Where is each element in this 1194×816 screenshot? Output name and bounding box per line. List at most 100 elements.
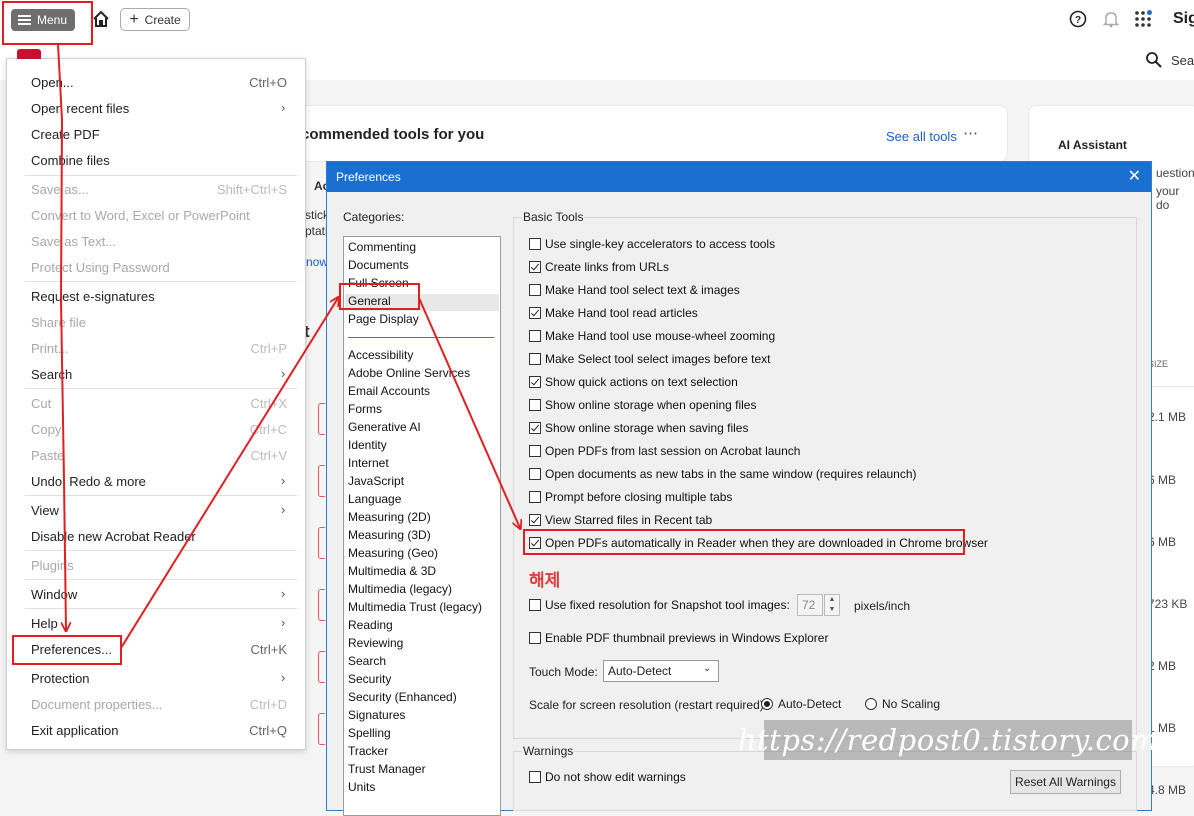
basic-tools-option[interactable]: Make Select tool select images before te… [529,352,770,366]
sign-in-label[interactable]: Sig [1173,10,1194,28]
menu-item-search[interactable]: Search [31,367,72,382]
menu-item-create-pdf[interactable]: Create PDF [31,127,100,142]
option-checkbox[interactable] [529,399,541,411]
no-edit-warnings-option[interactable]: Do not show edit warnings [529,770,686,784]
option-checkbox[interactable] [529,330,541,342]
category-item[interactable]: Measuring (2D) [348,510,431,524]
category-item[interactable]: JavaScript [348,474,404,488]
basic-tools-option[interactable]: Use single-key accelerators to access to… [529,237,775,251]
menu-item-protect-password[interactable]: Protect Using Password [31,260,170,275]
category-item[interactable]: Signatures [348,708,405,722]
basic-tools-option[interactable]: Open PDFs from last session on Acrobat l… [529,444,800,458]
menu-item-undo-redo[interactable]: Undo, Redo & more [31,474,146,489]
option-checkbox[interactable] [529,284,541,296]
scale-auto-detect-option[interactable]: Auto-Detect [761,697,841,711]
category-item[interactable]: Search [348,654,386,668]
scale-no-scaling-radio[interactable] [865,698,877,710]
menu-item-paste[interactable]: Paste Ctrl+V [31,448,287,463]
menu-item-copy[interactable]: Copy Ctrl+C [31,422,287,437]
menu-item-disable-new-reader[interactable]: Disable new Acrobat Reader [31,529,196,544]
category-item[interactable]: Security [348,672,391,686]
menu-item-preferences[interactable]: Preferences... Ctrl+K [31,642,287,657]
menu-item-protection[interactable]: Protection [31,671,90,686]
option-checkbox[interactable] [529,376,541,388]
category-item[interactable]: Tracker [348,744,388,758]
snapshot-resolution-option[interactable]: Use fixed resolution for Snapshot tool i… [529,598,790,612]
apps-grid-icon[interactable] [1134,10,1152,28]
category-item[interactable]: Security (Enhanced) [348,690,457,704]
option-checkbox[interactable] [529,491,541,503]
menu-item-document-properties[interactable]: Document properties... Ctrl+D [31,697,287,712]
more-options-icon[interactable]: ⋯ [963,124,978,142]
thumbnail-previews-option[interactable]: Enable PDF thumbnail previews in Windows… [529,631,828,645]
menu-item-help[interactable]: Help [31,616,58,631]
category-item[interactable]: Full Screen [348,276,409,290]
bell-icon[interactable] [1102,10,1120,28]
basic-tools-option[interactable]: Prompt before closing multiple tabs [529,490,732,504]
option-checkbox[interactable] [529,468,541,480]
menu-item-print[interactable]: Print... Ctrl+P [31,341,287,356]
option-checkbox[interactable] [529,422,541,434]
category-item[interactable]: Identity [348,438,387,452]
category-item[interactable]: Generative AI [348,420,421,434]
reset-all-warnings-button[interactable]: Reset All Warnings [1010,770,1121,794]
category-item[interactable]: Email Accounts [348,384,430,398]
basic-tools-option[interactable]: Open documents as new tabs in the same w… [529,467,917,481]
menu-item-view[interactable]: View [31,503,59,518]
category-item[interactable]: Measuring (3D) [348,528,431,542]
menu-item-window[interactable]: Window [31,587,77,602]
snapshot-resolution-stepper[interactable]: ▲ ▼ [824,594,840,616]
category-item[interactable]: Documents [348,258,409,272]
menu-item-request-esignatures[interactable]: Request e-signatures [31,289,155,304]
search-label[interactable]: Sear [1171,53,1194,68]
option-checkbox[interactable] [529,353,541,365]
category-item[interactable]: Measuring (Geo) [348,546,438,560]
category-item-general[interactable]: General [348,294,391,308]
thumbnail-previews-checkbox[interactable] [529,632,541,644]
basic-tools-option[interactable]: Make Hand tool use mouse-wheel zooming [529,329,775,343]
menu-item-plugins[interactable]: Plugins [31,558,74,573]
category-item[interactable]: Spelling [348,726,391,740]
menu-item-combine-files[interactable]: Combine files [31,153,110,168]
close-icon[interactable]: ✕ [1128,166,1141,186]
scale-no-scaling-option[interactable]: No Scaling [865,697,940,711]
basic-tools-option[interactable]: Show online storage when saving files [529,421,748,435]
touch-mode-select[interactable]: Auto-Detect [603,660,719,682]
category-item[interactable]: Reading [348,618,393,632]
basic-tools-option[interactable]: Make Hand tool select text & images [529,283,740,297]
basic-tools-option[interactable]: Show online storage when opening files [529,398,756,412]
create-button[interactable]: + Create [120,8,190,31]
home-icon[interactable] [92,10,110,28]
snapshot-resolution-checkbox[interactable] [529,599,541,611]
basic-tools-option[interactable]: Create links from URLs [529,260,669,274]
menu-button[interactable]: Menu [11,9,75,31]
menu-item-open[interactable]: Open... Ctrl+O [31,75,287,90]
option-checkbox[interactable] [529,445,541,457]
basic-tools-option[interactable]: View Starred files in Recent tab [529,513,712,527]
menu-item-open-recent[interactable]: Open recent files [31,101,129,116]
option-checkbox[interactable] [529,537,541,549]
categories-list[interactable]: Commenting Documents Full Screen General… [343,236,501,816]
category-item[interactable]: Reviewing [348,636,403,650]
help-icon[interactable]: ? [1069,10,1087,28]
category-item[interactable]: Multimedia & 3D [348,564,436,578]
basic-tools-option[interactable]: Show quick actions on text selection [529,375,738,389]
menu-item-convert[interactable]: Convert to Word, Excel or PowerPoint [31,208,250,223]
no-edit-warnings-checkbox[interactable] [529,771,541,783]
scale-auto-detect-radio[interactable] [761,698,773,710]
see-all-tools-link[interactable]: See all tools [886,129,957,144]
option-checkbox[interactable] [529,307,541,319]
menu-item-exit[interactable]: Exit application Ctrl+Q [31,723,287,738]
category-item[interactable]: Accessibility [348,348,413,362]
menu-item-cut[interactable]: Cut Ctrl+X [31,396,287,411]
category-item[interactable]: Language [348,492,401,506]
basic-tools-option[interactable]: Make Hand tool read articles [529,306,698,320]
search-icon[interactable] [1145,51,1163,69]
category-item[interactable]: Multimedia Trust (legacy) [348,600,482,614]
menu-item-save-as[interactable]: Save as... Shift+Ctrl+S [31,182,287,197]
category-item[interactable]: Page Display [348,312,419,326]
category-item[interactable]: Trust Manager [348,762,426,776]
category-item[interactable]: Internet [348,456,389,470]
category-item[interactable]: Commenting [348,240,416,254]
option-checkbox[interactable] [529,514,541,526]
